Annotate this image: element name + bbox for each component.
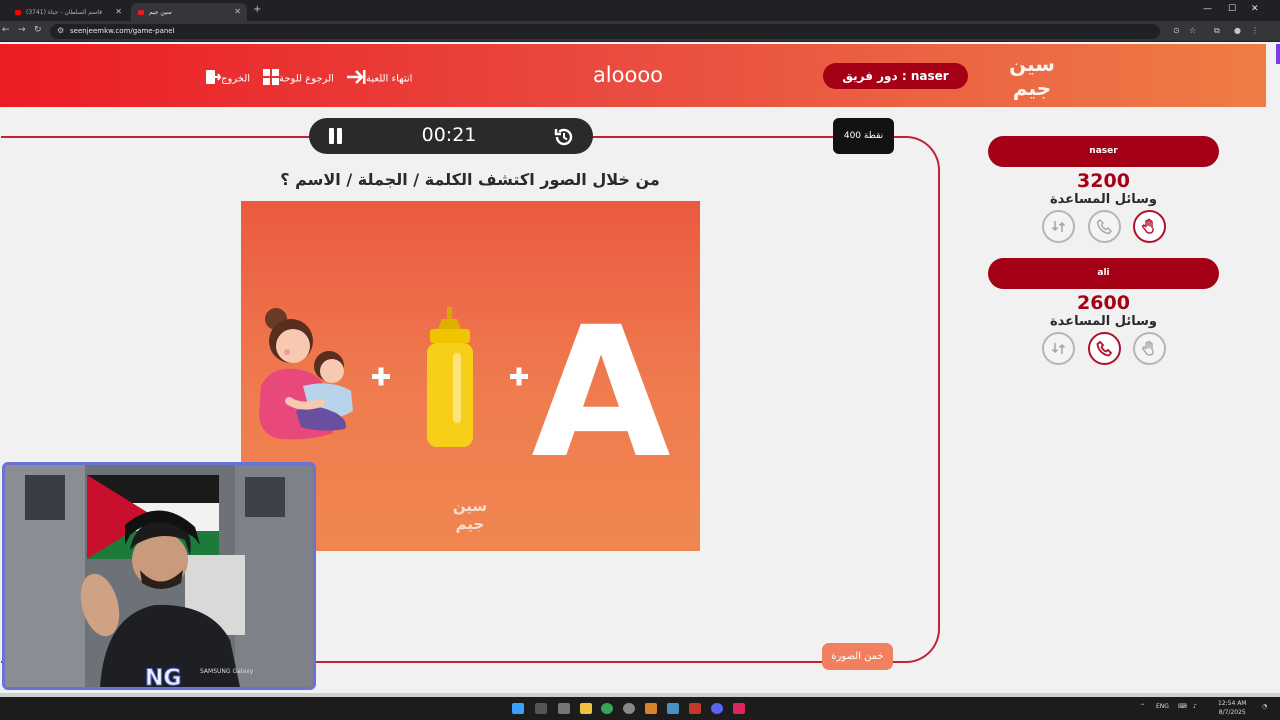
svg-text:جيم: جيم — [456, 515, 485, 533]
swap-icon[interactable] — [1042, 210, 1075, 243]
timer-bar: 00:21 — [309, 118, 593, 154]
team-name: naser — [988, 136, 1219, 167]
side-panel-edge — [1276, 44, 1280, 64]
reload-icon[interactable]: ↻ — [34, 25, 42, 35]
bookmark-star-icon[interactable]: ☆ — [1189, 26, 1196, 35]
site-info-icon[interactable]: ⚙ — [57, 26, 64, 35]
volume-icon[interactable]: ♪ — [1193, 703, 1197, 710]
team-score: 2600 — [1077, 292, 1130, 314]
exit-button[interactable]: الخروج — [201, 69, 250, 88]
youtube-icon — [15, 10, 21, 15]
screen: (3741) قاسم السلطان - حياة ✕ سين جيم ✕ +… — [0, 0, 1280, 720]
tray-chevron-icon[interactable]: ⌃ — [1140, 703, 1145, 710]
swap-icon[interactable] — [1042, 332, 1075, 365]
minimize-icon[interactable]: — — [1203, 4, 1212, 14]
site-favicon-icon — [138, 10, 144, 15]
team-panel-ali: ali 2600 وسائل المساعدة — [988, 258, 1219, 366]
turn-team-name: naser — [910, 69, 949, 83]
seen-jeem-logo: سين جيم — [1003, 49, 1061, 101]
svg-text:سين: سين — [453, 497, 487, 515]
new-tab-icon[interactable]: + — [253, 4, 261, 15]
search-icon[interactable] — [535, 703, 547, 714]
browser-tab-game[interactable]: سين جيم ✕ — [131, 3, 247, 21]
aids-row — [988, 210, 1219, 244]
windows-start-icon[interactable] — [512, 703, 524, 714]
browser-tab-bar: (3741) قاسم السلطان - حياة ✕ سين جيم ✕ +… — [0, 0, 1280, 21]
reset-timer-icon[interactable] — [553, 126, 575, 148]
url-text: seenjeemkw.com/game-panel — [70, 27, 175, 35]
clock-date: 8/7/2025 — [1218, 709, 1246, 716]
maximize-icon[interactable]: ☐ — [1228, 4, 1236, 14]
image-watermark-logo: سين جيم — [453, 497, 487, 533]
team-turn-indicator: دور فريق : naser — [823, 63, 968, 89]
grid-icon — [263, 69, 279, 88]
mustard-bottle-illustration — [427, 307, 473, 447]
overlay-logo: NG — [145, 666, 181, 687]
timer-display: 00:21 — [421, 124, 477, 146]
app-icon[interactable] — [645, 703, 657, 714]
app-icon[interactable] — [733, 703, 745, 714]
steam-icon[interactable] — [667, 703, 679, 714]
end-game-button[interactable]: انتهاء اللعبة — [342, 69, 412, 88]
team-name: ali — [988, 258, 1219, 289]
guess-image-button[interactable]: خمن الصورة — [822, 643, 893, 670]
chrome-icon[interactable] — [601, 703, 613, 714]
plus-sign-1 — [372, 367, 390, 386]
clock-time: 12:54 AM — [1218, 700, 1247, 707]
app-icon[interactable] — [689, 703, 701, 714]
end-game-label: انتهاء اللعبة — [366, 73, 413, 85]
question-text: من خلال الصور اكتشف الكلمة / الجملة / ال… — [280, 170, 660, 189]
letter-a-illustration: A — [531, 289, 670, 498]
close-tab-icon[interactable]: ✕ — [115, 7, 122, 16]
browser-toolbar: ← → ↻ ⚙ seenjeemkw.com/game-panel ⊙ ☆ ⧉ … — [0, 21, 1280, 42]
webcam-overlay: SAMSUNG Galaxy NG — [2, 462, 316, 690]
close-window-icon[interactable]: ✕ — [1251, 4, 1259, 14]
game-header: الخروج الرجوع للوحة انتهاء اللعبة aloooo… — [0, 44, 1266, 107]
back-to-board-label: الرجوع للوحة — [279, 73, 334, 85]
pause-button[interactable] — [328, 128, 342, 144]
profile-avatar-icon[interactable]: ● — [1234, 26, 1241, 35]
browser-tab-youtube[interactable]: (3741) قاسم السلطان - حياة ✕ — [8, 3, 128, 21]
close-tab-icon[interactable]: ✕ — [234, 7, 241, 16]
tab-title: سين جيم — [149, 9, 172, 16]
discord-icon[interactable] — [711, 703, 723, 714]
points-badge: 400 نقطة — [833, 118, 894, 154]
language-indicator[interactable]: ENG — [1156, 703, 1169, 710]
puzzle-icon[interactable]: ⧉ — [1214, 26, 1220, 36]
hand-icon[interactable] — [1133, 332, 1166, 365]
forward-icon[interactable]: → — [18, 25, 26, 35]
team-panel-naser: naser 3200 وسائل المساعدة — [988, 136, 1219, 244]
extension-icon[interactable]: ⊙ — [1173, 26, 1180, 35]
turn-prefix: دور فريق : — [842, 69, 907, 83]
menu-kebab-icon[interactable]: ⋮ — [1251, 26, 1259, 35]
arrow-right-bar-icon — [346, 69, 366, 88]
svg-text:جيم: جيم — [1013, 76, 1051, 100]
phone-icon[interactable] — [1088, 332, 1121, 365]
svg-text:سين: سين — [1009, 52, 1055, 76]
aids-label: وسائل المساعدة — [1050, 314, 1157, 329]
plus-sign-2 — [510, 367, 528, 386]
notification-bell-icon[interactable]: ◔ — [1262, 703, 1267, 710]
task-view-icon[interactable] — [558, 703, 570, 714]
back-to-board-button[interactable]: الرجوع للوحة — [259, 69, 334, 88]
windows-taskbar: ⌃ ENG ⌨ ♪ 12:54 AM 8/7/2025 ◔ — [0, 697, 1280, 720]
hand-icon[interactable] — [1133, 210, 1166, 243]
system-clock[interactable]: 12:54 AM 8/7/2025 — [1218, 699, 1246, 717]
exit-door-icon — [205, 69, 222, 88]
back-icon[interactable]: ← — [2, 25, 10, 35]
team-score: 3200 — [1077, 170, 1130, 192]
aids-row — [988, 332, 1219, 366]
jersey-text: SAMSUNG Galaxy — [200, 668, 254, 675]
game-title: aloooo — [592, 63, 664, 87]
aids-label: وسائل المساعدة — [1050, 192, 1157, 207]
address-bar[interactable]: ⚙ seenjeemkw.com/game-panel — [50, 24, 1160, 39]
network-icon[interactable]: ⌨ — [1178, 703, 1187, 710]
tab-title: (3741) قاسم السلطان - حياة — [26, 9, 102, 16]
phone-icon[interactable] — [1088, 210, 1121, 243]
exit-label: الخروج — [221, 73, 251, 85]
file-explorer-icon[interactable] — [580, 703, 592, 714]
app-icon[interactable] — [623, 703, 635, 714]
mother-baby-illustration — [259, 308, 353, 440]
